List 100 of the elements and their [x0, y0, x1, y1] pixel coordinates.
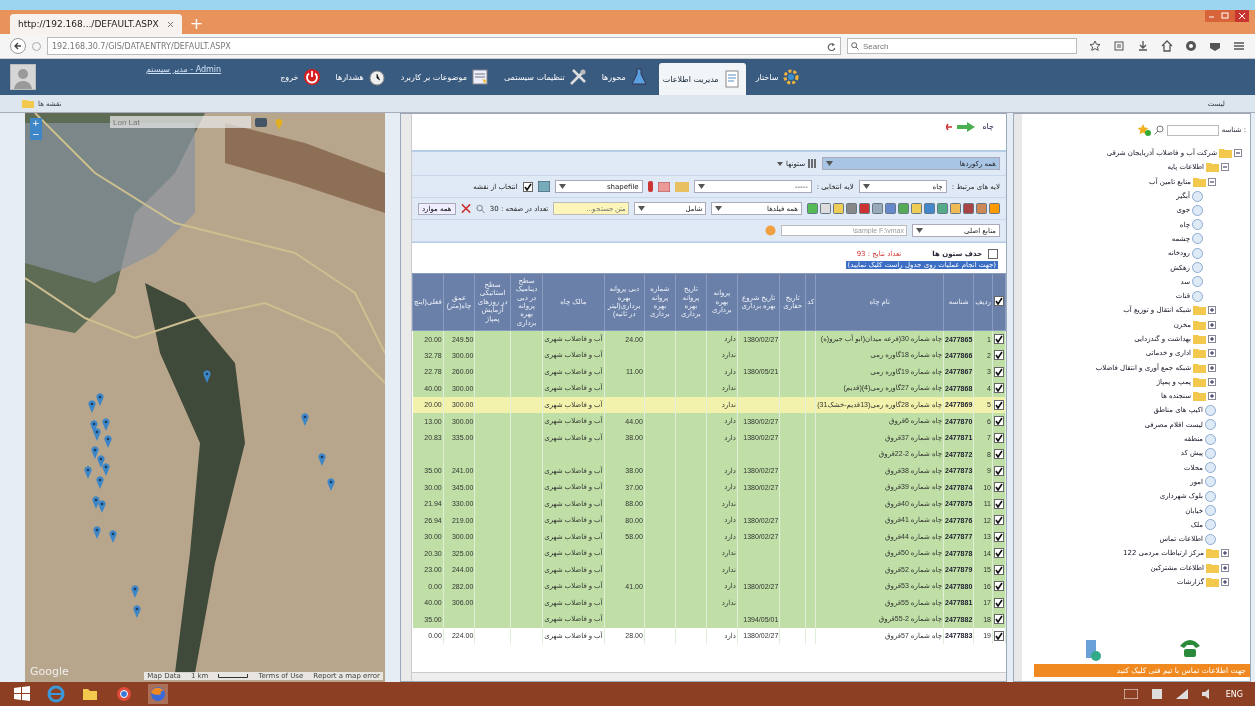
expand-icon[interactable] — [1208, 349, 1216, 358]
row-checkbox[interactable] — [994, 482, 1004, 493]
circle-logo-icon[interactable] — [114, 684, 134, 704]
menu-tab[interactable]: محورها — [597, 64, 653, 90]
expand-icon[interactable] — [1208, 363, 1216, 372]
toolbar-icon — [898, 203, 909, 214]
window-controls-icon — [1205, 10, 1249, 22]
clear-filter-icon — [460, 203, 471, 214]
row-checkbox[interactable] — [994, 531, 1004, 542]
row-checkbox[interactable] — [994, 416, 1004, 427]
expand-icon[interactable] — [1221, 549, 1229, 558]
row-checkbox[interactable] — [994, 581, 1004, 592]
menu-tab[interactable]: تنظیمات سیستمی — [499, 64, 592, 90]
language-indicator[interactable]: ENG — [1225, 689, 1243, 699]
zoom-out-button[interactable]: − — [30, 129, 42, 140]
row-checkbox[interactable] — [994, 614, 1004, 625]
location-pin-icon — [275, 118, 283, 130]
menu-tab[interactable]: موضوعات بر کاربرد — [396, 64, 494, 90]
toolbar-icon — [859, 203, 870, 214]
form-icon — [469, 67, 490, 87]
row-checkbox[interactable] — [994, 498, 1004, 509]
collapse-icon[interactable] — [1221, 163, 1229, 172]
phone-icon — [1178, 638, 1202, 658]
select-from-map-checkbox[interactable] — [522, 181, 533, 192]
folder-icon — [1193, 176, 1206, 187]
map-pin-icon — [203, 370, 211, 383]
folder-icon — [1219, 148, 1232, 159]
browser-tab[interactable]: http://192.168.../DEFAULT.ASPX — [10, 14, 182, 34]
check-icon — [523, 182, 532, 191]
download-icon[interactable] — [1137, 40, 1149, 52]
row-checkbox[interactable] — [994, 449, 1004, 460]
expand-icon[interactable] — [1208, 306, 1216, 315]
folder-icon — [1206, 162, 1219, 173]
row-checkbox[interactable] — [994, 548, 1004, 559]
caret-icon — [826, 161, 833, 166]
expand-icon[interactable] — [1208, 377, 1216, 386]
layer-title: چاه — [982, 122, 994, 131]
network-icon — [1175, 689, 1188, 699]
row-checkbox[interactable] — [994, 597, 1004, 608]
row-checkbox[interactable] — [994, 399, 1004, 410]
row-checkbox[interactable] — [994, 350, 1004, 361]
coordinate-field[interactable]: Lon Lat — [110, 116, 251, 128]
map-pin-icon — [109, 530, 117, 543]
menu-tab[interactable]: ساختار — [751, 64, 806, 90]
expand-icon[interactable] — [1221, 563, 1229, 572]
id-search-field[interactable] — [1166, 124, 1219, 136]
toolbar-icon — [976, 203, 987, 214]
folder-icon — [1206, 548, 1219, 559]
back-icon — [10, 38, 26, 54]
map-pin-icon — [327, 478, 335, 491]
folder-icon — [1193, 334, 1206, 344]
hide-columns-checkbox[interactable] — [988, 249, 998, 259]
star-add-icon — [1136, 124, 1151, 136]
expand-icon[interactable] — [1208, 320, 1216, 329]
select-all-checkbox[interactable] — [994, 296, 1004, 307]
expand-icon[interactable] — [1221, 578, 1229, 587]
toolbar-icon — [872, 203, 883, 214]
scrollbar[interactable] — [401, 114, 412, 681]
row-checkbox[interactable] — [994, 630, 1004, 641]
caret-icon — [862, 184, 870, 189]
toolbar-icon — [820, 203, 831, 214]
map-pin-icon — [104, 435, 112, 448]
row-checkbox[interactable] — [994, 564, 1004, 575]
caret-icon — [638, 206, 646, 211]
zoom-in-button[interactable]: + — [30, 118, 42, 129]
user-link[interactable]: مدیر سیستم - Admin — [146, 65, 222, 74]
row-checkbox[interactable] — [994, 465, 1004, 476]
alarm-clock-icon — [366, 67, 387, 87]
row-checkbox[interactable] — [994, 334, 1004, 344]
columns-icon — [808, 159, 817, 168]
row-checkbox[interactable] — [994, 366, 1004, 377]
scale-bar-icon — [218, 674, 249, 678]
folder-icon — [1193, 362, 1206, 373]
collapse-icon[interactable] — [1234, 149, 1242, 158]
collapse-icon[interactable] — [1208, 177, 1216, 186]
toolbar-icon — [885, 203, 896, 214]
circle-icon[interactable] — [1185, 40, 1197, 52]
reading-list-icon[interactable] — [1113, 40, 1125, 52]
home-icon[interactable] — [1161, 40, 1173, 52]
menu-tab[interactable]: خروج — [276, 64, 326, 90]
map-pin-icon — [93, 526, 101, 539]
row-checkbox[interactable] — [994, 432, 1004, 443]
expand-icon[interactable] — [1208, 335, 1216, 343]
search-icon — [1153, 125, 1164, 135]
flask-icon — [628, 67, 649, 87]
menu-icon[interactable] — [1233, 40, 1245, 52]
address-field[interactable]: 192.168.30.7/GIS/DATAENTRY/DEFAULT.ASPX — [47, 37, 841, 55]
map-pin-icon — [301, 413, 309, 426]
avatar-icon — [10, 64, 36, 90]
windows-logo-icon[interactable] — [12, 684, 32, 704]
arrows-icon — [946, 122, 977, 132]
toolbar-icon — [846, 203, 857, 214]
search-field[interactable]: Search — [847, 38, 1077, 54]
menu-tab[interactable]: مدیریت اطلاعات — [658, 63, 746, 95]
expand-icon[interactable] — [1208, 392, 1216, 401]
bookmark-star-icon[interactable] — [1089, 40, 1101, 52]
row-checkbox[interactable] — [994, 383, 1004, 394]
menu-tab[interactable]: هشدارها — [331, 64, 391, 90]
row-checkbox[interactable] — [994, 515, 1004, 526]
scrollbar[interactable] — [412, 672, 1006, 681]
